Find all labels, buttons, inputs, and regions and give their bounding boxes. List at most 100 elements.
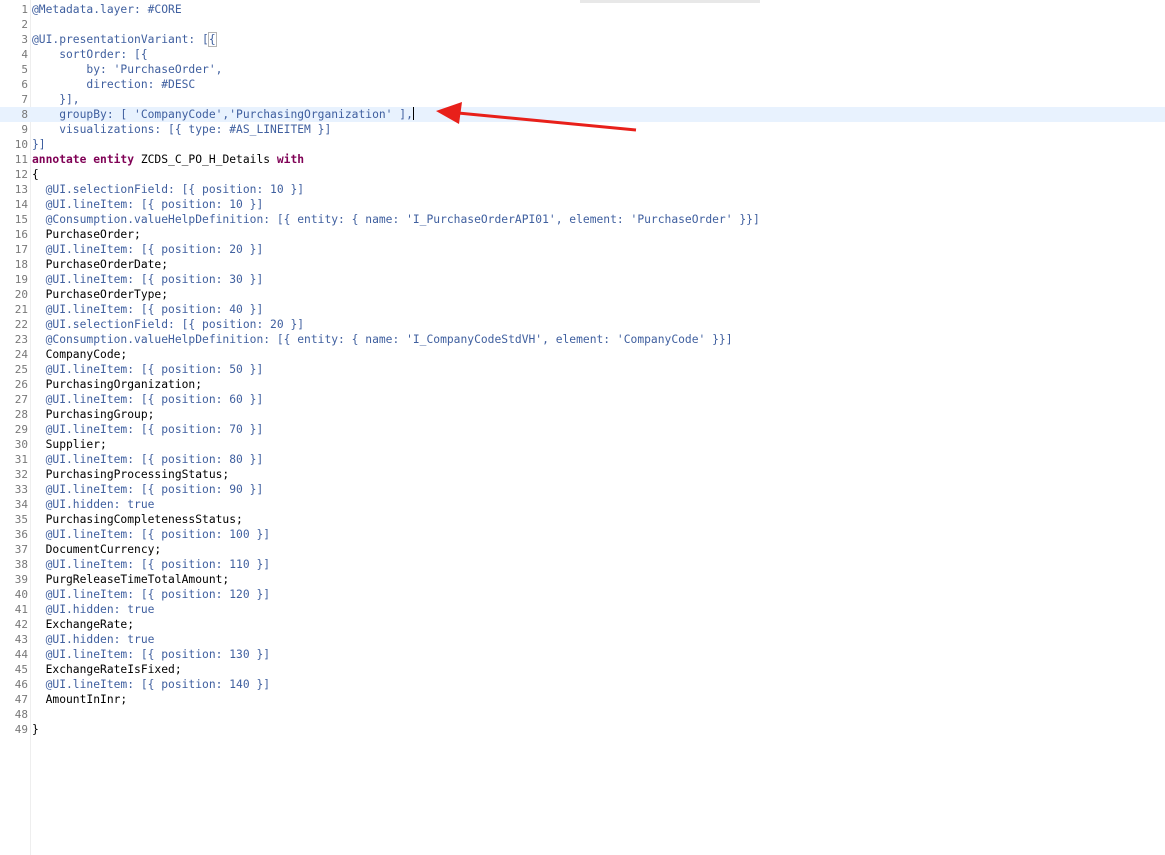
code-text[interactable]: PurchasingCompletenessStatus;	[32, 512, 243, 527]
code-text[interactable]: {	[32, 167, 39, 182]
code-line[interactable]: 45 ExchangeRateIsFixed;	[0, 662, 1165, 677]
code-line[interactable]: 11 annotate entity ZCDS_C_PO_H_Details wi…	[0, 152, 1165, 167]
line-number: 36	[14, 528, 28, 541]
code-line[interactable]: 48	[0, 707, 1165, 722]
code-line[interactable]: 10}]	[0, 137, 1165, 152]
code-text[interactable]: sortOrder: [{	[32, 47, 147, 62]
code-line[interactable]: 2	[0, 17, 1165, 32]
code-line[interactable]: 27 @UI.lineItem: [{ position: 60 }]	[0, 392, 1165, 407]
code-line[interactable]: 38 @UI.lineItem: [{ position: 110 }]	[0, 557, 1165, 572]
code-line[interactable]: 35 PurchasingCompletenessStatus;	[0, 512, 1165, 527]
code-text[interactable]: ExchangeRateIsFixed;	[32, 662, 182, 677]
code-text[interactable]: @UI.lineItem: [{ position: 120 }]	[32, 587, 270, 602]
code-line[interactable]: 13 @UI.selectionField: [{ position: 10 }…	[0, 182, 1165, 197]
code-text[interactable]: @UI.lineItem: [{ position: 80 }]	[32, 452, 264, 467]
code-line[interactable]: 16 PurchaseOrder;	[0, 227, 1165, 242]
code-text[interactable]: @UI.hidden: true	[32, 497, 155, 512]
code-line[interactable]: 37 DocumentCurrency;	[0, 542, 1165, 557]
code-line[interactable]: 9 visualizations: [{ type: #AS_LINEITEM …	[0, 122, 1165, 137]
code-line[interactable]: 20 PurchaseOrderType;	[0, 287, 1165, 302]
code-text[interactable]: Supplier;	[32, 437, 107, 452]
code-line[interactable]: 14 @UI.lineItem: [{ position: 10 }]	[0, 197, 1165, 212]
code-line[interactable]: 1 @Metadata.layer: #CORE	[0, 2, 1165, 17]
code-line[interactable]: 18 PurchaseOrderDate;	[0, 257, 1165, 272]
code-line[interactable]: 49}	[0, 722, 1165, 737]
code-line[interactable]: 36 @UI.lineItem: [{ position: 100 }]	[0, 527, 1165, 542]
code-line[interactable]: 41 @UI.hidden: true	[0, 602, 1165, 617]
code-text[interactable]: @Consumption.valueHelpDefinition: [{ ent…	[32, 212, 760, 227]
code-text[interactable]: PurchaseOrder;	[32, 227, 141, 242]
code-line[interactable]: 8 groupBy: [ 'CompanyCode','PurchasingOr…	[0, 107, 1165, 122]
line-number: 43	[14, 633, 28, 646]
code-text[interactable]: @UI.lineItem: [{ position: 50 }]	[32, 362, 264, 377]
code-line[interactable]: 15 @Consumption.valueHelpDefinition: [{ …	[0, 212, 1165, 227]
code-text[interactable]: @UI.lineItem: [{ position: 10 }]	[32, 197, 264, 212]
code-text[interactable]: PurchasingOrganization;	[32, 377, 202, 392]
code-line[interactable]: 34 @UI.hidden: true	[0, 497, 1165, 512]
line-number: 22	[14, 318, 28, 331]
code-line[interactable]: 6 direction: #DESC	[0, 77, 1165, 92]
code-line[interactable]: 39 PurgReleaseTimeTotalAmount;	[0, 572, 1165, 587]
code-line[interactable]: 30 Supplier;	[0, 437, 1165, 452]
code-line[interactable]: 17 @UI.lineItem: [{ position: 20 }]	[0, 242, 1165, 257]
code-text[interactable]: CompanyCode;	[32, 347, 128, 362]
code-text[interactable]: DocumentCurrency;	[32, 542, 162, 557]
code-text[interactable]: PurchasingProcessingStatus;	[32, 467, 230, 482]
code-line[interactable]: 5 by: 'PurchaseOrder',	[0, 62, 1165, 77]
code-text[interactable]: PurchaseOrderDate;	[32, 257, 168, 272]
code-line[interactable]: 28 PurchasingGroup;	[0, 407, 1165, 422]
code-line[interactable]: 32 PurchasingProcessingStatus;	[0, 467, 1165, 482]
code-line[interactable]: 46 @UI.lineItem: [{ position: 140 }]	[0, 677, 1165, 692]
code-text[interactable]: @UI.presentationVariant: [{	[32, 32, 217, 47]
code-text[interactable]: direction: #DESC	[32, 77, 195, 92]
code-line[interactable]: 44 @UI.lineItem: [{ position: 130 }]	[0, 647, 1165, 662]
code-text[interactable]: @UI.lineItem: [{ position: 130 }]	[32, 647, 270, 662]
code-text[interactable]: @UI.lineItem: [{ position: 110 }]	[32, 557, 270, 572]
code-line[interactable]: 43 @UI.hidden: true	[0, 632, 1165, 647]
code-text[interactable]: @Consumption.valueHelpDefinition: [{ ent…	[32, 332, 733, 347]
code-line[interactable]: 31 @UI.lineItem: [{ position: 80 }]	[0, 452, 1165, 467]
code-text[interactable]: PurgReleaseTimeTotalAmount;	[32, 572, 230, 587]
code-line[interactable]: 29 @UI.lineItem: [{ position: 70 }]	[0, 422, 1165, 437]
code-text[interactable]: @UI.lineItem: [{ position: 90 }]	[32, 482, 264, 497]
code-line[interactable]: 25 @UI.lineItem: [{ position: 50 }]	[0, 362, 1165, 377]
code-line[interactable]: 42 ExchangeRate;	[0, 617, 1165, 632]
code-text[interactable]: @UI.lineItem: [{ position: 40 }]	[32, 302, 264, 317]
code-text[interactable]: @UI.lineItem: [{ position: 20 }]	[32, 242, 264, 257]
code-text[interactable]: @UI.hidden: true	[32, 632, 155, 647]
code-text[interactable]: by: 'PurchaseOrder',	[32, 62, 222, 77]
code-text[interactable]: @UI.lineItem: [{ position: 70 }]	[32, 422, 264, 437]
code-text[interactable]: annotate entity ZCDS_C_PO_H_Details with	[32, 152, 304, 167]
code-line[interactable]: 12 {	[0, 167, 1165, 182]
code-line[interactable]: 47 AmountInInr;	[0, 692, 1165, 707]
code-line[interactable]: 3 @UI.presentationVariant: [{	[0, 32, 1165, 47]
code-line[interactable]: 23 @Consumption.valueHelpDefinition: [{ …	[0, 332, 1165, 347]
code-text[interactable]: }],	[32, 92, 79, 107]
code-text[interactable]: @Metadata.layer: #CORE	[32, 2, 182, 17]
code-text[interactable]: @UI.lineItem: [{ position: 30 }]	[32, 272, 264, 287]
code-line[interactable]: 26 PurchasingOrganization;	[0, 377, 1165, 392]
code-editor[interactable]: 1 @Metadata.layer: #CORE 2 3 @UI.presentatio…	[0, 2, 1165, 737]
code-line[interactable]: 22 @UI.selectionField: [{ position: 20 }…	[0, 317, 1165, 332]
code-line[interactable]: 4 sortOrder: [{	[0, 47, 1165, 62]
code-line[interactable]: 33 @UI.lineItem: [{ position: 90 }]	[0, 482, 1165, 497]
code-text[interactable]: @UI.hidden: true	[32, 602, 155, 617]
code-line[interactable]: 21 @UI.lineItem: [{ position: 40 }]	[0, 302, 1165, 317]
code-line[interactable]: 40 @UI.lineItem: [{ position: 120 }]	[0, 587, 1165, 602]
code-text[interactable]: groupBy: [ 'CompanyCode','PurchasingOrga…	[32, 107, 414, 122]
code-text[interactable]: }]	[32, 137, 46, 152]
code-text[interactable]: @UI.lineItem: [{ position: 140 }]	[32, 677, 270, 692]
code-text[interactable]: AmountInInr;	[32, 692, 128, 707]
code-line[interactable]: 19 @UI.lineItem: [{ position: 30 }]	[0, 272, 1165, 287]
code-text[interactable]: @UI.lineItem: [{ position: 60 }]	[32, 392, 264, 407]
code-text[interactable]: PurchasingGroup;	[32, 407, 155, 422]
code-text[interactable]: @UI.selectionField: [{ position: 10 }]	[32, 182, 304, 197]
code-text[interactable]: }	[32, 722, 39, 737]
code-text[interactable]: visualizations: [{ type: #AS_LINEITEM }]	[32, 122, 331, 137]
code-text[interactable]: @UI.selectionField: [{ position: 20 }]	[32, 317, 304, 332]
code-text[interactable]: ExchangeRate;	[32, 617, 134, 632]
code-line[interactable]: 7 }],	[0, 92, 1165, 107]
code-text[interactable]: PurchaseOrderType;	[32, 287, 168, 302]
code-line[interactable]: 24 CompanyCode;	[0, 347, 1165, 362]
code-text[interactable]: @UI.lineItem: [{ position: 100 }]	[32, 527, 270, 542]
